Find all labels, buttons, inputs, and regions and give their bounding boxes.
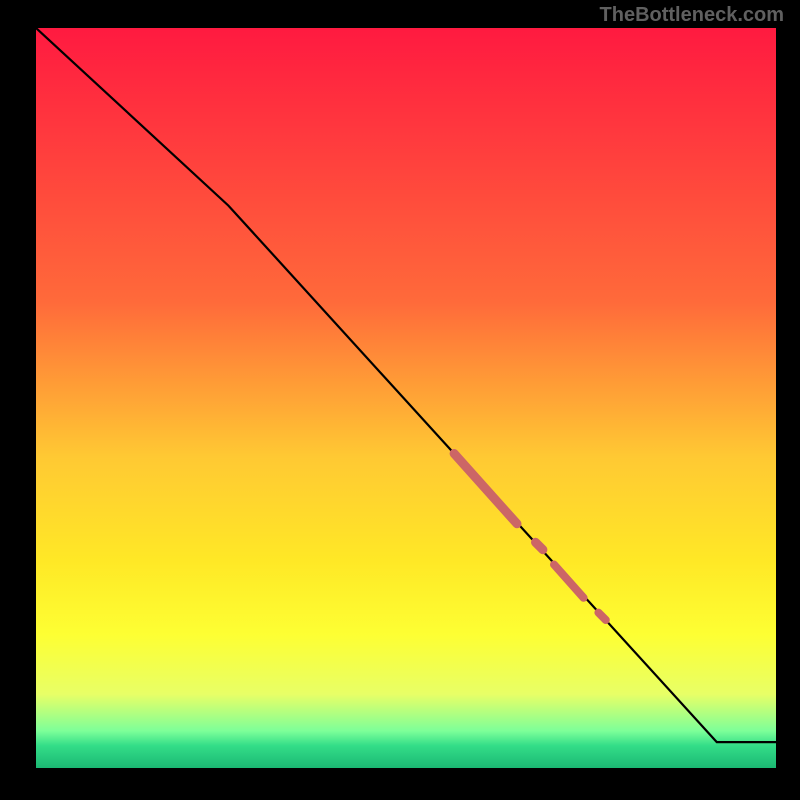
chart-overlay xyxy=(36,28,776,768)
watermark-text: TheBottleneck.com xyxy=(600,4,784,27)
chart-container: TheBottleneck.com xyxy=(0,0,800,800)
line-series xyxy=(36,28,776,742)
plot-area xyxy=(36,28,776,768)
